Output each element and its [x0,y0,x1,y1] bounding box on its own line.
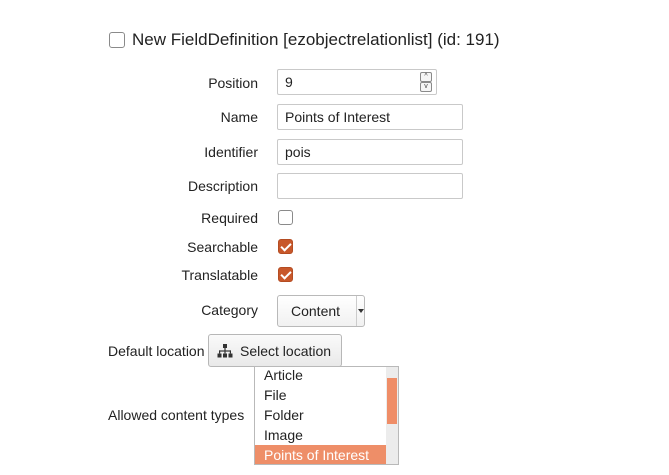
list-item-selected[interactable]: Points of Interest [255,445,388,464]
searchable-label: Searchable [187,239,258,255]
description-input[interactable] [277,173,463,199]
category-selected-value: Content [291,303,341,319]
searchable-checkbox[interactable] [278,239,293,254]
category-label: Category [201,302,258,318]
list-item[interactable]: Article [255,367,388,385]
stepper-up-icon[interactable]: ^ [420,72,432,82]
description-label: Description [187,178,258,194]
translatable-label: Translatable [181,267,258,283]
list-item[interactable]: File [255,385,388,405]
required-checkbox[interactable] [278,210,293,225]
field-definition-header: New FieldDefinition [ezobjectrelationlis… [109,30,500,50]
allowed-content-types-label: Allowed content types [108,407,245,423]
position-label: Position [208,75,258,91]
sitemap-icon [217,343,233,357]
field-definition-select-checkbox[interactable] [109,32,125,48]
position-input[interactable]: 9 ^ v [277,69,437,95]
identifier-label: Identifier [204,144,258,160]
select-location-button[interactable]: Select location [208,334,343,367]
identifier-value: pois [285,144,311,160]
name-value: Points of Interest [285,109,391,125]
category-select[interactable]: Content [277,295,365,327]
listbox-scrollbar[interactable] [386,367,398,464]
identifier-input[interactable]: pois [277,139,463,165]
select-location-button-label: Select location [240,342,332,359]
default-location-label: Default location [108,343,205,359]
field-definition-title: New FieldDefinition [ezobjectrelationlis… [132,30,500,49]
list-item[interactable]: Folder [255,405,388,425]
scrollbar-thumb[interactable] [387,378,397,424]
list-item[interactable]: Image [255,425,388,445]
name-input[interactable]: Points of Interest [277,104,463,130]
required-label: Required [201,210,258,226]
position-stepper[interactable]: ^ v [420,72,432,92]
name-label: Name [220,109,258,125]
allowed-content-types-listbox[interactable]: Article File Folder Image Points of Inte… [254,366,399,465]
stepper-down-icon[interactable]: v [420,82,432,92]
chevron-down-icon [356,296,364,326]
translatable-checkbox[interactable] [278,267,293,282]
position-value: 9 [285,74,293,90]
